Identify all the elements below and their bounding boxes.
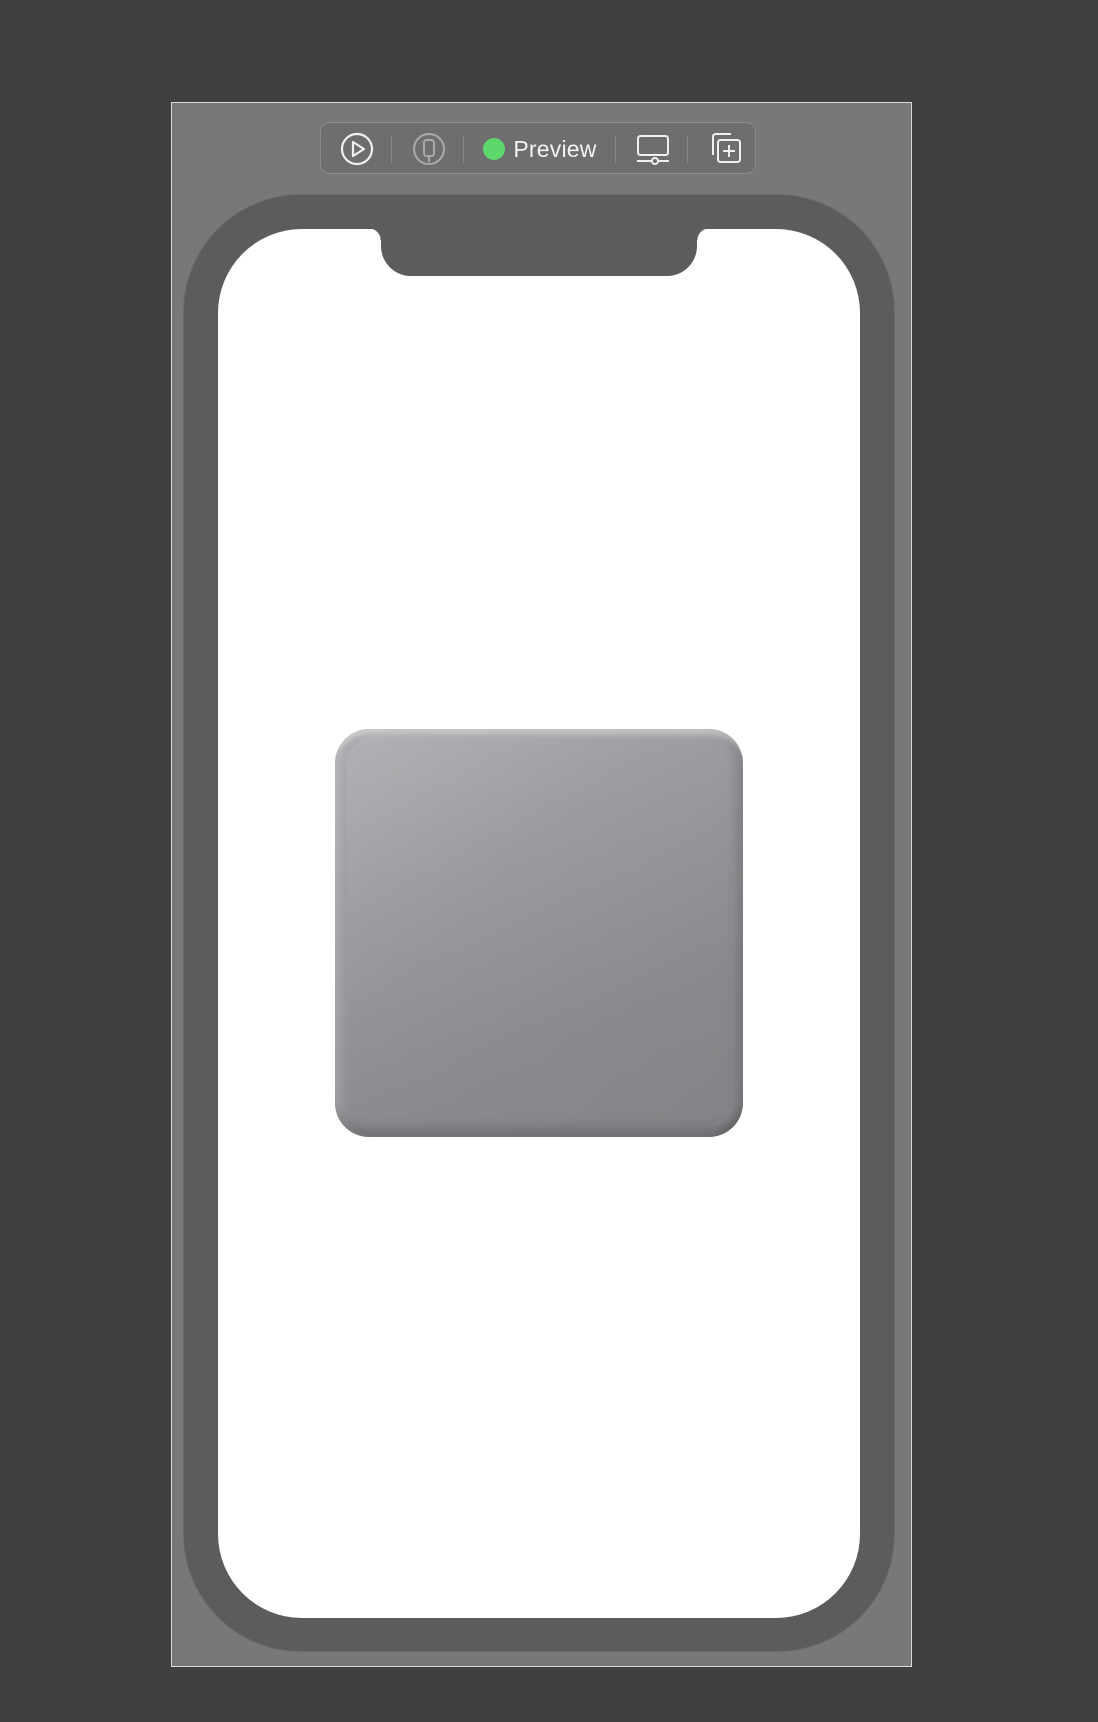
duplicate-preview-button[interactable] — [699, 123, 751, 175]
preview-toolbar: Preview — [320, 122, 756, 174]
status-indicator-dot — [483, 138, 506, 160]
play-circle-icon — [340, 132, 374, 166]
duplicate-plus-icon — [712, 133, 741, 163]
preview-label: Preview — [513, 135, 597, 162]
preview-canvas: Preview — [0, 0, 1098, 1722]
toolbar-separator — [391, 135, 392, 163]
live-preview-button[interactable] — [333, 123, 381, 175]
gray-rounded-square — [335, 729, 743, 1137]
device-settings-button[interactable] — [627, 123, 679, 175]
toolbar-separator — [463, 135, 464, 163]
display-settings-icon — [637, 135, 669, 165]
device-notch — [369, 229, 709, 276]
toolbar-separator — [615, 135, 616, 163]
toolbar-separator — [687, 135, 688, 163]
iphone-icon — [413, 133, 445, 165]
preview-status: Preview — [479, 123, 601, 175]
device-preview-button[interactable] — [405, 123, 453, 175]
